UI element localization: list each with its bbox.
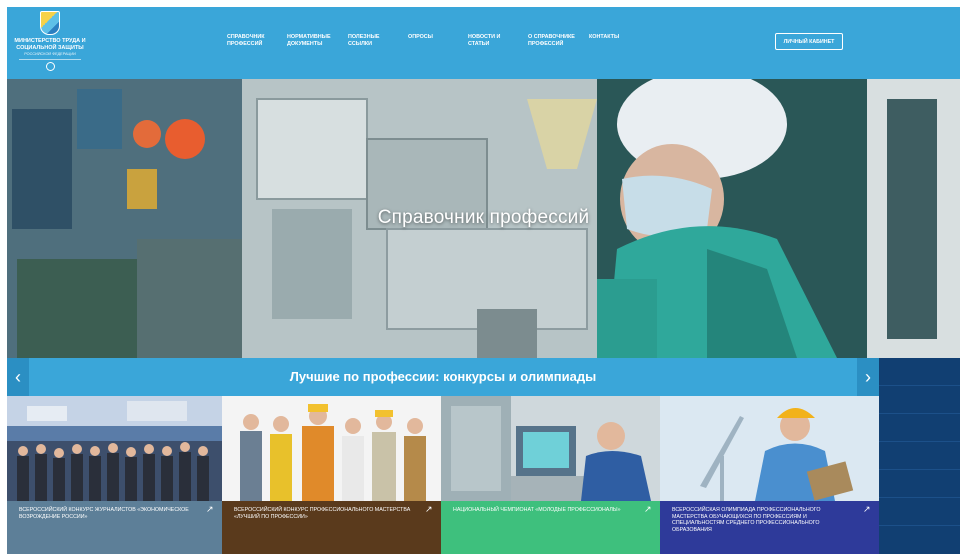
contest-card-journalists[interactable]: ВСЕРОССИЙСКИЙ КОНКУРС ЖУРНАЛИСТОВ «ЭКОНО…: [7, 396, 222, 554]
engineer-photo: [660, 396, 879, 501]
chevron-left-icon: ‹: [15, 367, 21, 387]
young-professionals-photo: [441, 396, 660, 501]
card-caption: ВСЕРОССИЙСКИЙ КОНКУРС ПРОФЕССИОНАЛЬНОГО …: [222, 501, 441, 554]
nav-item-contacts[interactable]: КОНТАКТЫ: [589, 34, 641, 41]
sidebar-row: [879, 442, 960, 470]
ministry-logo[interactable]: МИНИСТЕРСТВО ТРУДА И СОЦИАЛЬНОЙ ЗАЩИТЫ Р…: [9, 11, 91, 73]
chevron-right-icon: ›: [865, 367, 871, 387]
contests-band: Лучшие по профессии: конкурсы и олимпиад…: [7, 358, 879, 396]
journalists-photo: [7, 396, 222, 501]
sidebar-row: [879, 498, 960, 526]
logo-divider: [19, 59, 81, 60]
nav-item-normative-documents[interactable]: НОРМАТИВНЫЕ ДОКУМЕНТЫ: [287, 34, 339, 48]
external-link-icon: ↗: [863, 504, 871, 514]
workers-photo: [222, 396, 441, 501]
personal-account-button[interactable]: ЛИЧНЫЙ КАБИНЕТ: [775, 33, 843, 50]
sidebar-row: [879, 358, 960, 386]
hero-title: Справочник профессий: [377, 207, 590, 228]
right-sidebar-panel: [879, 358, 960, 554]
card-caption: НАЦИОНАЛЬНЫЙ ЧЕМПИОНАТ «МОЛОДЫЕ ПРОФЕССИ…: [441, 501, 660, 554]
external-link-icon: ↗: [206, 504, 214, 514]
contest-card-olympiad[interactable]: ВСЕРОССИЙСКАЯ ОЛИМПИАДА ПРОФЕССИОНАЛЬНОГ…: [660, 396, 879, 554]
card-caption: ВСЕРОССИЙСКИЙ КОНКУРС ЖУРНАЛИСТОВ «ЭКОНО…: [7, 501, 222, 554]
contest-card-best-profession[interactable]: ВСЕРОССИЙСКИЙ КОНКУРС ПРОФЕССИОНАЛЬНОГО …: [222, 396, 441, 554]
nav-item-about[interactable]: О СПРАВОЧНИКЕ ПРОФЕССИЙ: [528, 34, 580, 48]
nav-item-surveys[interactable]: ОПРОСЫ: [408, 34, 460, 41]
sidebar-row: [879, 470, 960, 498]
emblem-icon: [40, 11, 60, 35]
page-frame: МИНИСТЕРСТВО ТРУДА И СОЦИАЛЬНОЙ ЗАЩИТЫ Р…: [7, 7, 960, 554]
external-link-icon: ↗: [425, 504, 433, 514]
sidebar-row: [879, 386, 960, 414]
contests-title: Лучшие по профессии: конкурсы и олимпиад…: [289, 369, 597, 384]
coat-of-arms-icon: [45, 62, 55, 71]
sidebar-row: [879, 414, 960, 442]
card-caption: ВСЕРОССИЙСКАЯ ОЛИМПИАДА ПРОФЕССИОНАЛЬНОГ…: [660, 501, 879, 554]
site-header: МИНИСТЕРСТВО ТРУДА И СОЦИАЛЬНОЙ ЗАЩИТЫ Р…: [7, 7, 960, 80]
nav-item-professions-directory[interactable]: СПРАВОЧНИК ПРОФЕССИЙ: [227, 34, 279, 48]
nav-item-useful-links[interactable]: ПОЛЕЗНЫЕ ССЫЛКИ: [348, 34, 400, 48]
logo-line-2: СОЦИАЛЬНОЙ ЗАЩИТЫ: [16, 44, 84, 51]
nav-item-news[interactable]: НОВОСТИ И СТАТЬИ: [468, 34, 520, 48]
external-link-icon: ↗: [644, 504, 652, 514]
contest-card-young-professionals[interactable]: НАЦИОНАЛЬНЫЙ ЧЕМПИОНАТ «МОЛОДЫЕ ПРОФЕССИ…: [441, 396, 660, 554]
carousel-next-button[interactable]: ›: [857, 358, 879, 396]
carousel-prev-button[interactable]: ‹: [7, 358, 29, 396]
logo-line-1: МИНИСТЕРСТВО ТРУДА И: [14, 38, 86, 44]
hero-banner: Справочник профессий: [7, 79, 960, 358]
logo-line-3: РОССИЙСКОЙ ФЕДЕРАЦИИ: [24, 52, 76, 56]
